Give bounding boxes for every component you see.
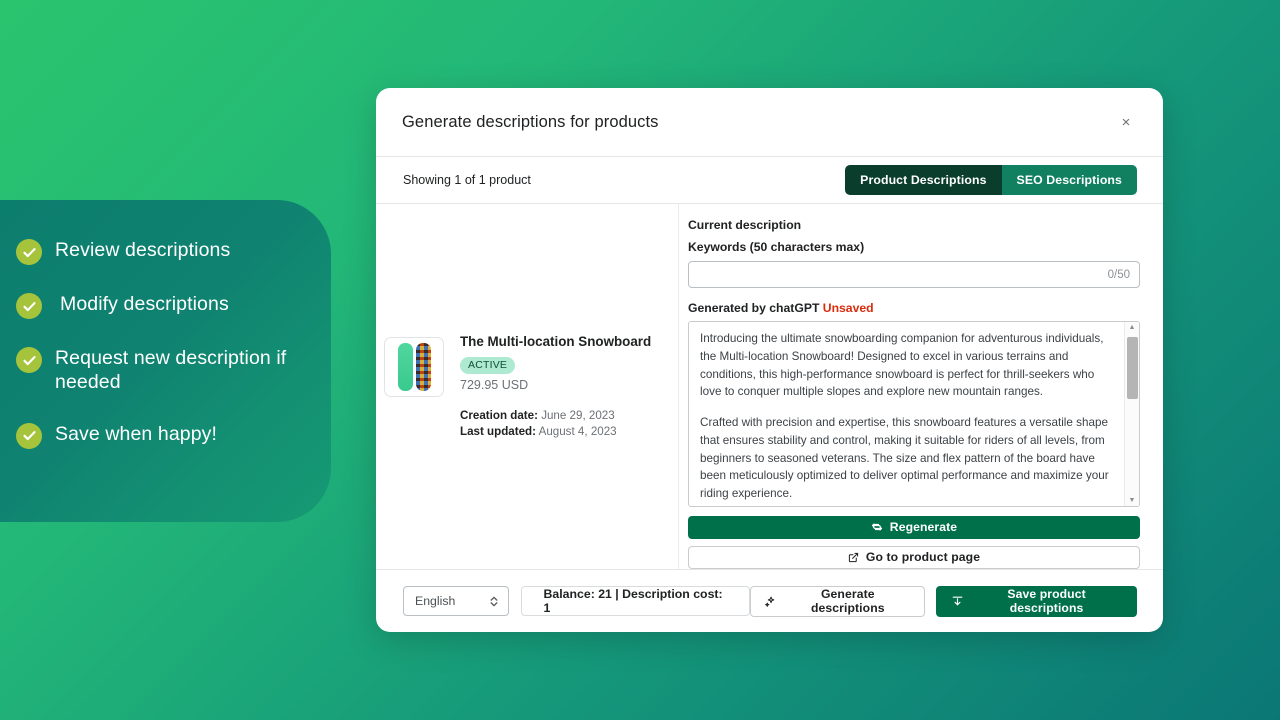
scrollbar-thumb[interactable] — [1127, 337, 1138, 400]
modal-header: Generate descriptions for products × — [376, 88, 1163, 156]
download-icon — [951, 595, 964, 608]
scroll-down-icon[interactable]: ▼ — [1129, 497, 1136, 504]
current-description-label: Current description — [688, 218, 802, 232]
scroll-up-icon[interactable]: ▲ — [1129, 324, 1136, 331]
promo-overlay-panel: Review descriptions Modify descriptions … — [0, 200, 331, 522]
sparkle-icon — [764, 595, 777, 608]
promo-item-label: Review descriptions — [55, 239, 231, 261]
balance-indicator: Balance: 21 | Description cost: 1 — [520, 586, 751, 616]
keywords-counter: 0/50 — [1107, 268, 1130, 281]
product-column: The Multi-location Snowboard ACTIVE 729.… — [376, 204, 679, 569]
modal-subheader: Showing 1 of 1 product Product Descripti… — [376, 156, 1163, 204]
generate-descriptions-button[interactable]: Generate descriptions — [750, 585, 926, 617]
generate-descriptions-modal: Generate descriptions for products × Sho… — [376, 88, 1163, 632]
promo-item: Review descriptions — [16, 238, 313, 265]
last-updated-value: August 4, 2023 — [538, 425, 617, 438]
creation-date-label: Creation date: — [460, 409, 538, 423]
keywords-label: Keywords (50 characters max) — [688, 240, 865, 254]
snowboard-patterned-icon — [415, 343, 431, 392]
tab-group: Product Descriptions SEO Descriptions — [845, 165, 1137, 195]
snowboard-plain-icon — [397, 343, 413, 392]
go-to-product-page-button[interactable]: Go to product page — [688, 545, 1140, 569]
description-column: Current description Keywords (50 charact… — [679, 204, 1163, 569]
save-product-descriptions-label: Save product descriptions — [1007, 587, 1086, 615]
product-meta: Creation date: June 29, 2023 Last update… — [460, 408, 651, 440]
footer-right-group: Generate descriptions Save product descr… — [750, 585, 1137, 617]
creation-date-row: Creation date: June 29, 2023 — [460, 408, 651, 424]
description-textarea[interactable]: Introducing the ultimate snowboarding co… — [688, 321, 1140, 507]
page-title: Generate descriptions for products — [402, 112, 659, 131]
generated-by-row: Generated by chatGPT Unsaved — [688, 301, 1140, 315]
modal-body: The Multi-location Snowboard ACTIVE 729.… — [376, 204, 1163, 569]
generate-descriptions-label: Generate descriptions — [810, 587, 885, 615]
showing-count-label: Showing 1 of 1 product — [403, 173, 531, 187]
creation-date-value: June 29, 2023 — [541, 409, 615, 423]
description-paragraph: Crafted with precision and expertise, th… — [700, 416, 1109, 501]
product-price: 729.95 USD — [460, 378, 529, 393]
save-product-descriptions-button[interactable]: Save product descriptions — [936, 585, 1137, 617]
language-select[interactable]: English — [403, 586, 509, 616]
modal-footer: English Balance: 21 | Description cost: … — [376, 569, 1163, 632]
product-thumbnail — [384, 337, 444, 398]
unsaved-status-label: Unsaved — [822, 301, 874, 316]
tab-seo-descriptions[interactable]: SEO Descriptions — [1001, 165, 1137, 195]
product-card: The Multi-location Snowboard ACTIVE 729.… — [376, 333, 651, 440]
description-text-content: Introducing the ultimate snowboarding co… — [689, 322, 1124, 506]
check-circle-icon — [16, 239, 42, 265]
go-to-product-page-label: Go to product page — [865, 550, 981, 565]
chevron-updown-icon — [489, 595, 499, 608]
promo-item: Request new description if needed — [16, 346, 313, 395]
product-info: The Multi-location Snowboard ACTIVE 729.… — [460, 333, 651, 440]
promo-item-label: Modify descriptions — [60, 293, 229, 315]
tab-product-descriptions[interactable]: Product Descriptions — [845, 165, 1002, 195]
scrollbar-track[interactable] — [1125, 331, 1139, 497]
refresh-icon — [871, 521, 883, 533]
regenerate-button[interactable]: Regenerate — [688, 515, 1140, 539]
language-select-value: English — [415, 594, 456, 608]
promo-item-label: Save when happy! — [55, 422, 218, 445]
status-badge: ACTIVE — [460, 357, 516, 375]
external-link-icon — [848, 552, 859, 563]
close-icon[interactable]: × — [1115, 111, 1137, 133]
product-title: The Multi-location Snowboard — [460, 334, 652, 350]
footer-left-group: English Balance: 21 | Description cost: … — [403, 586, 751, 616]
check-circle-icon — [16, 347, 42, 373]
last-updated-label: Last updated: — [460, 425, 537, 438]
check-circle-icon — [16, 293, 42, 319]
keywords-input[interactable]: 0/50 — [688, 261, 1140, 289]
check-circle-icon — [16, 422, 42, 449]
last-updated-row: Last updated: August 4, 2023 — [460, 424, 651, 440]
generated-by-label: Generated by chatGPT — [688, 301, 820, 316]
description-scrollbar[interactable]: ▲ ▼ — [1124, 322, 1139, 506]
promo-item-label: Request new description if needed — [55, 347, 287, 394]
promo-item: Modify descriptions — [16, 292, 313, 319]
regenerate-button-label: Regenerate — [889, 520, 958, 535]
promo-item: Save when happy! — [16, 422, 313, 449]
description-paragraph: Introducing the ultimate snowboarding co… — [700, 332, 1104, 399]
